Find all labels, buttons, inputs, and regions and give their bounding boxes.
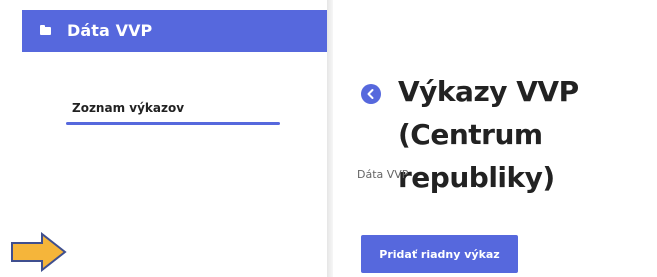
- page-title: Výkazy VVP (Centrum republiky): [398, 75, 579, 194]
- chevron-left-icon: [367, 89, 374, 99]
- breadcrumb: Dáta VVP: [357, 168, 409, 181]
- active-indicator: [66, 122, 280, 125]
- panel-divider: [327, 0, 333, 277]
- add-regular-report-button[interactable]: Pridať riadny výkaz: [361, 235, 518, 273]
- sidebar-title: Dáta VVP: [67, 21, 153, 40]
- folder-icon: [40, 25, 51, 35]
- sidebar-item-label: Zoznam výkazov: [72, 101, 185, 115]
- sidebar-header: Dáta VVP: [22, 10, 327, 52]
- back-button[interactable]: [361, 84, 381, 104]
- arrow-right-icon: [11, 232, 67, 272]
- sidebar-item-zoznam-vykazov[interactable]: Zoznam výkazov: [66, 98, 280, 126]
